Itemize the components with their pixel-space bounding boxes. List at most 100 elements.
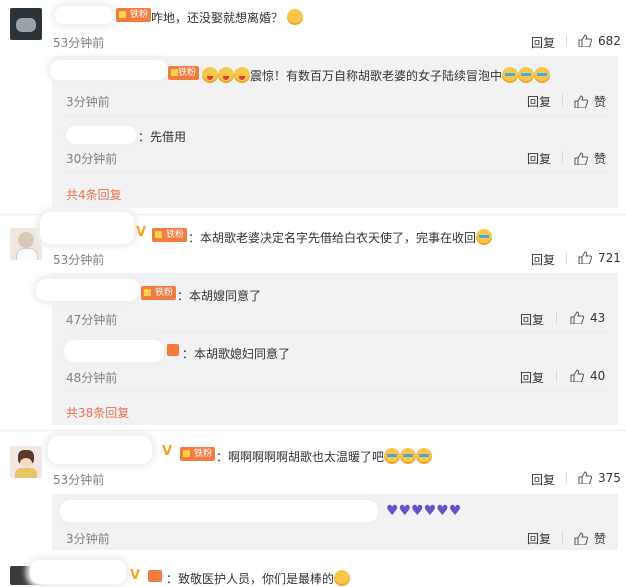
reply-button[interactable]: 回复: [531, 471, 555, 488]
comment-text-body: ：本胡歌老婆决定名字先借给白衣天使了，完事在收回: [188, 231, 477, 245]
separator: [562, 94, 563, 106]
emoji-icon: [334, 570, 351, 586]
reply-text-body: 震惊！有数百万自称胡歌老婆的女子陆续冒泡中: [250, 69, 503, 83]
separator: [556, 312, 557, 324]
like-button[interactable]: 682: [578, 34, 621, 48]
comment-text-body: ：致敬医护人员，你们是最棒的: [166, 572, 335, 586]
emoji-icon: [202, 67, 218, 83]
purple-heart-icon: ♥: [423, 503, 437, 519]
reply-text: ：本胡嫂同意了: [177, 289, 262, 303]
divider: [62, 172, 608, 173]
emoji-icon: [534, 67, 551, 83]
like-count: 375: [598, 471, 621, 485]
reply-time: 47分钟前: [66, 313, 118, 327]
avatar[interactable]: [10, 8, 42, 40]
username-redacted[interactable]: [55, 6, 113, 24]
thumbs-up-icon: [570, 311, 584, 324]
like-button[interactable]: 赞: [574, 530, 606, 547]
reply-button[interactable]: 回复: [520, 311, 544, 328]
username-redacted[interactable]: [48, 436, 152, 464]
fan-badge-icon: 铁粉: [168, 66, 200, 80]
reply-button[interactable]: 回复: [527, 93, 551, 110]
thumbs-up-icon: [574, 532, 588, 545]
emoji-icon: [234, 67, 250, 83]
fan-badge-icon: 铁粉: [116, 8, 152, 22]
like-label: 赞: [594, 95, 607, 109]
divider: [62, 115, 608, 116]
comment-text: ：致敬医护人员，你们是最棒的: [166, 570, 351, 587]
reply-button[interactable]: 回复: [527, 530, 551, 547]
username-redacted[interactable]: [36, 279, 140, 301]
reply-time: 3分钟前: [66, 95, 110, 109]
like-count: 40: [590, 369, 606, 383]
username-redacted[interactable]: [60, 500, 378, 522]
thumbs-up-icon: [570, 369, 584, 382]
thumbs-up-icon: [578, 34, 592, 47]
like-label: 赞: [594, 152, 607, 166]
separator: [556, 370, 557, 382]
reply-button[interactable]: 回复: [531, 34, 555, 51]
comment-text-body: ：啊啊啊啊啊胡歌也太温暖了吧: [216, 450, 385, 464]
like-button[interactable]: 721: [578, 251, 621, 265]
separator: [566, 35, 567, 47]
like-count: 721: [598, 251, 621, 265]
fan-badge-icon: 铁粉: [180, 447, 216, 461]
reply-button[interactable]: 回复: [527, 150, 551, 167]
emoji-icon: [518, 67, 535, 83]
more-replies-link[interactable]: 共4条回复: [66, 186, 122, 203]
comment-text: 咋地，还没娶就想离婚？: [151, 9, 303, 26]
vip-mark-icon: V: [162, 444, 173, 459]
comment-text: ：啊啊啊啊啊胡歌也太温暖了吧: [216, 448, 433, 465]
username-redacted[interactable]: [66, 126, 136, 144]
reply-text: ：先借用: [138, 130, 187, 144]
comment-time: 53分钟前: [53, 473, 105, 487]
emoji-icon: [416, 448, 433, 464]
reply-button[interactable]: 回复: [531, 251, 555, 268]
reply-time: 3分钟前: [66, 532, 110, 546]
vip-mark-icon: V: [136, 225, 147, 240]
fan-badge-icon: 铁粉: [141, 286, 177, 300]
like-button[interactable]: 375: [578, 471, 621, 485]
purple-heart-icon: ♥: [386, 503, 399, 519]
thumbs-up-icon: [578, 471, 592, 484]
emoji-icon: [476, 229, 493, 245]
more-replies-link[interactable]: 共38条回复: [66, 404, 129, 421]
like-button[interactable]: 赞: [574, 93, 606, 110]
username-redacted[interactable]: [64, 340, 164, 362]
fan-badge-icon: 铁粉: [152, 228, 188, 242]
like-count: 43: [590, 311, 606, 325]
thumbs-up-icon: [574, 152, 588, 165]
username-redacted[interactable]: [50, 60, 168, 80]
comment-text: ：本胡歌老婆决定名字先借给白衣天使了，完事在收回: [188, 229, 493, 246]
comment-time: 53分钟前: [53, 36, 105, 50]
emoji-icon: [400, 448, 417, 464]
separator: [566, 252, 567, 264]
avatar[interactable]: [10, 446, 42, 478]
emoji-icon: [384, 448, 401, 464]
like-button[interactable]: 赞: [574, 150, 606, 167]
thumbs-up-icon: [574, 95, 588, 108]
emoji-icon: [286, 9, 303, 25]
fan-badge-icon: [148, 570, 162, 582]
reply-text: ♥♥♥♥♥♥: [386, 503, 461, 519]
comment-text-body: 咋地，还没娶就想离婚？: [151, 11, 284, 25]
reply-button[interactable]: 回复: [520, 369, 544, 386]
reply-time: 30分钟前: [66, 152, 118, 166]
like-button[interactable]: 40: [570, 369, 605, 383]
username-redacted[interactable]: [30, 560, 126, 584]
comment-time: 53分钟前: [53, 253, 105, 267]
reply-time: 48分钟前: [66, 371, 118, 385]
avatar[interactable]: [10, 228, 42, 260]
purple-heart-icon: ♥: [411, 503, 424, 519]
fan-badge-icon: [167, 344, 179, 356]
divider: [62, 331, 608, 332]
separator: [562, 151, 563, 163]
separator: [566, 472, 567, 484]
like-button[interactable]: 43: [570, 311, 605, 325]
thumbs-up-icon: [578, 251, 592, 264]
username-redacted[interactable]: [40, 212, 134, 244]
reply-text: 震惊！有数百万自称胡歌老婆的女子陆续冒泡中: [202, 67, 551, 84]
reply-text: ：本胡歌媳妇同意了: [182, 347, 291, 361]
like-label: 赞: [594, 532, 607, 546]
like-count: 682: [598, 34, 621, 48]
